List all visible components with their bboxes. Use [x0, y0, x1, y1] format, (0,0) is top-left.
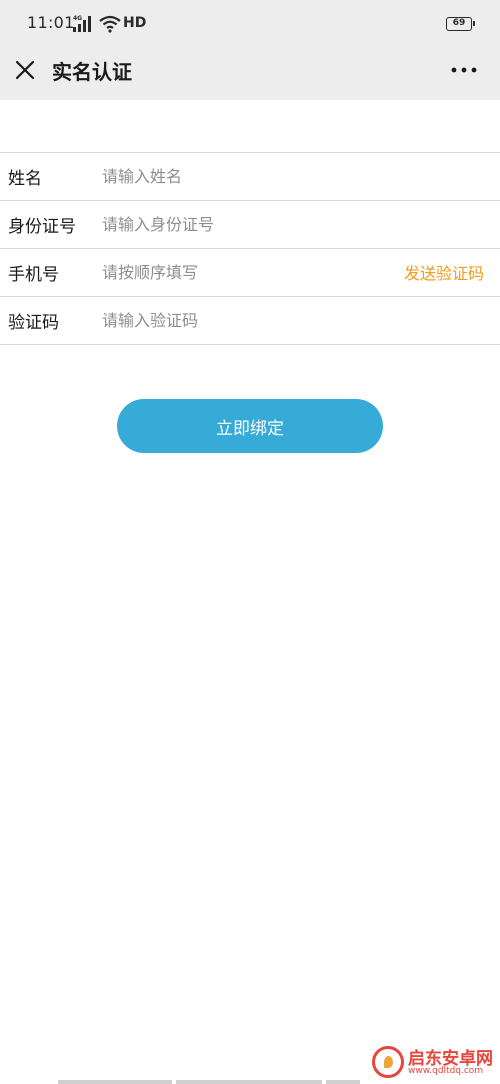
watermark-logo-icon	[372, 1046, 404, 1078]
phone-label: 手机号	[8, 265, 59, 285]
nav-bar: 实名认证	[0, 48, 500, 100]
wifi-icon	[99, 15, 121, 33]
code-label: 验证码	[8, 313, 59, 333]
name-input[interactable]	[96, 159, 398, 193]
status-time: 11:01	[27, 13, 75, 32]
verification-form: 姓名 身份证号 手机号 发送验证码 验证码	[0, 152, 500, 345]
watermark-logo: 启东安卓网 www.qdltdq.com	[372, 1044, 496, 1080]
close-icon[interactable]	[14, 59, 36, 81]
bottom-edge	[58, 1080, 360, 1084]
code-input[interactable]	[96, 303, 398, 337]
form-row-code: 验证码	[0, 297, 500, 345]
page-title: 实名认证	[52, 60, 132, 84]
battery-icon: 69	[446, 17, 475, 31]
bind-now-button[interactable]: 立即绑定	[117, 399, 383, 453]
watermark-url: www.qdltdq.com	[408, 1066, 484, 1076]
id-number-label: 身份证号	[8, 217, 76, 237]
hd-indicator: HD	[123, 15, 147, 31]
phone-input[interactable]	[96, 255, 308, 289]
top-area: 11:01 4G HD 69 实名认证	[0, 0, 500, 100]
signal-icon: 4G	[73, 15, 91, 32]
name-label: 姓名	[8, 169, 42, 189]
form-row-phone: 手机号 发送验证码	[0, 249, 500, 297]
form-row-id-number: 身份证号	[0, 201, 500, 249]
more-icon[interactable]	[448, 58, 480, 82]
send-code-button[interactable]: 发送验证码	[404, 260, 484, 284]
status-bar: 11:01 4G HD 69	[0, 0, 500, 48]
id-number-input[interactable]	[96, 207, 398, 241]
form-row-name: 姓名	[0, 153, 500, 201]
network-type-label: 4G	[73, 15, 82, 22]
